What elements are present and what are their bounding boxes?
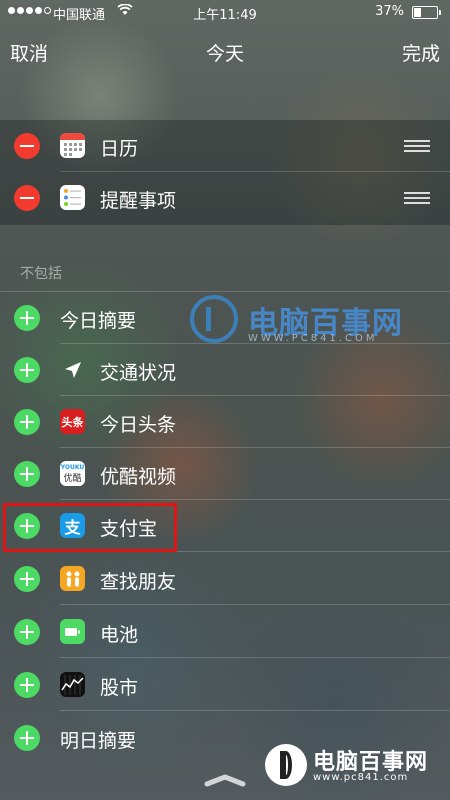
widget-label: 电池	[100, 624, 139, 646]
add-widget-button[interactable]	[14, 619, 40, 645]
widget-label: 提醒事项	[100, 190, 177, 212]
reorder-handle-icon[interactable]	[404, 192, 430, 207]
widget-label: 今日头条	[100, 414, 177, 436]
widget-row-youku: YOUKU 优酷 优酷视频	[0, 448, 450, 500]
included-widgets-list: 日历 提醒事项	[0, 120, 450, 225]
add-widget-button[interactable]	[14, 672, 40, 698]
watermark-logo-icon	[190, 295, 238, 343]
widget-row-reminders: 提醒事项	[0, 172, 450, 224]
youku-icon: YOUKU 优酷	[60, 461, 85, 486]
widget-label: 查找朋友	[100, 571, 177, 593]
reorder-handle-icon[interactable]	[404, 140, 430, 155]
widget-label: 交通状况	[100, 362, 177, 384]
battery-icon	[412, 6, 441, 19]
add-widget-button[interactable]	[14, 305, 40, 331]
widget-label: 日历	[100, 138, 139, 160]
add-widget-button[interactable]	[14, 461, 40, 487]
add-widget-button[interactable]	[14, 409, 40, 435]
section-header-not-included: 不包括	[20, 266, 62, 282]
add-widget-button[interactable]	[14, 566, 40, 592]
widget-label: 股市	[100, 677, 139, 699]
calendar-icon	[60, 133, 85, 158]
watermark: 电脑百事网 WWW.PC841.COM	[190, 295, 420, 353]
reminders-icon	[60, 185, 85, 210]
add-widget-button[interactable]	[14, 725, 40, 751]
find-friends-icon	[60, 566, 85, 591]
widget-row-find-friends: 查找朋友	[0, 553, 450, 605]
page-title: 今天	[205, 43, 244, 65]
widget-row-stocks: 股市	[0, 659, 450, 711]
widget-label: 明日摘要	[60, 730, 137, 752]
location-arrow-icon	[60, 357, 85, 382]
drag-handle-icon[interactable]	[203, 772, 247, 787]
stocks-icon	[60, 672, 85, 697]
status-bar: 中国联通 上午11:49 37%	[0, 0, 450, 24]
done-button[interactable]: 完成	[402, 39, 440, 66]
battery-percent: 37%	[375, 4, 404, 19]
battery-widget-icon	[60, 619, 85, 644]
toutiao-icon: 头条	[60, 409, 85, 434]
navigation-bar: 取消 今天 完成	[0, 26, 450, 74]
widget-row-toutiao: 头条 今日头条	[0, 396, 450, 448]
corner-logo-url: www.pc841.com	[313, 772, 409, 783]
widget-label: 今日摘要	[60, 310, 137, 332]
corner-logo-icon	[265, 744, 307, 786]
widget-row-battery: 电池	[0, 606, 450, 658]
add-widget-button[interactable]	[14, 357, 40, 383]
watermark-url: WWW.PC841.COM	[248, 333, 378, 344]
remove-widget-button[interactable]	[14, 185, 40, 211]
widget-label: 优酷视频	[100, 466, 177, 488]
highlight-annotation	[3, 503, 177, 552]
corner-logo: 电脑百事网 www.pc841.com	[265, 738, 445, 794]
widget-row-calendar: 日历	[0, 120, 450, 172]
remove-widget-button[interactable]	[14, 133, 40, 159]
